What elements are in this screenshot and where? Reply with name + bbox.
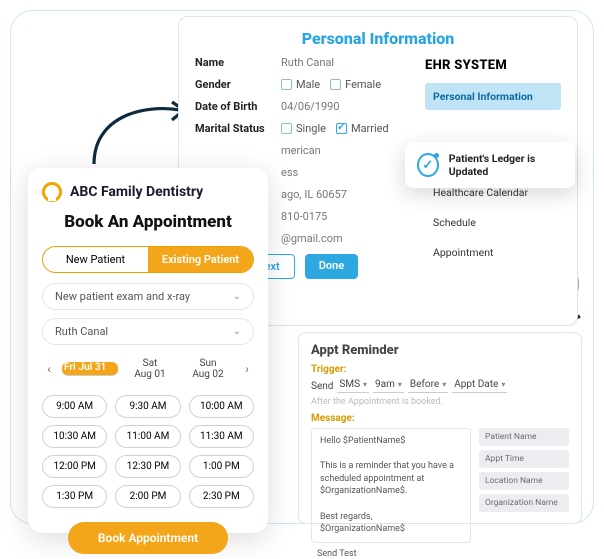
chevron-down-icon: ▾ — [398, 380, 402, 389]
label-gender: Gender — [195, 78, 281, 91]
value-extra: ess — [281, 166, 298, 179]
time-slot[interactable]: 9:00 AM — [42, 395, 107, 418]
service-dropdown[interactable]: New patient exam and x-ray⌄ — [42, 283, 254, 310]
rel-select[interactable]: Before▾ — [408, 379, 448, 393]
chevron-down-icon: ⌄ — [233, 326, 241, 337]
sidebar-item-schedule[interactable]: Schedule — [425, 209, 561, 236]
ehr-heading: Personal Information — [195, 29, 561, 48]
time-slot[interactable]: 12:00 PM — [42, 455, 107, 478]
chevron-down-icon: ▾ — [501, 380, 505, 389]
value-dob: 04/06/1990 — [281, 100, 340, 113]
value-extra: ago, IL 60657 — [281, 188, 347, 201]
token-chip[interactable]: Organization Name — [479, 494, 569, 512]
time-slot[interactable]: 10:00 AM — [189, 395, 254, 418]
label-dob: Date of Birth — [195, 100, 281, 113]
time-slot[interactable]: 11:30 AM — [189, 425, 254, 448]
value-extra: 810-0175 — [281, 210, 327, 223]
value-name: Ruth Canal — [281, 56, 334, 69]
value-extra: merican — [281, 144, 321, 157]
time-slot[interactable]: 11:00 AM — [115, 425, 180, 448]
time-slot[interactable]: 9:30 AM — [115, 395, 180, 418]
trigger-heading: Trigger: — [311, 364, 569, 375]
time-slot[interactable]: 10:30 AM — [42, 425, 107, 448]
token-chip[interactable]: Appt Time — [479, 450, 569, 468]
time-slot[interactable]: 12:30 PM — [115, 455, 180, 478]
date-prev-button[interactable]: ‹ — [42, 362, 56, 376]
checkbox-single[interactable]: Single — [281, 122, 326, 135]
token-chip[interactable]: Patient Name — [479, 428, 569, 446]
checkbox-male[interactable]: Male — [281, 78, 320, 91]
reminder-card: Appt Reminder Trigger: Send SMS▾ 9am▾ Be… — [298, 332, 582, 524]
date-option[interactable]: SatAug 01 — [124, 353, 176, 385]
chevron-down-icon: ▾ — [363, 380, 367, 389]
message-body[interactable]: Hello $PatientName$ This is a reminder t… — [311, 428, 471, 543]
time-slot[interactable]: 2:00 PM — [115, 485, 180, 508]
method-select[interactable]: SMS▾ — [337, 379, 369, 393]
label-name: Name — [195, 56, 281, 69]
ehr-side-title: EHR SYSTEM — [425, 58, 561, 73]
time-slot[interactable]: 2:30 PM — [189, 485, 254, 508]
checkbox-married[interactable]: Married — [336, 122, 389, 135]
seg-new-patient[interactable]: New Patient — [43, 247, 148, 272]
sidebar-item-appointment[interactable]: Appointment — [425, 239, 561, 266]
patient-type-toggle[interactable]: New Patient Existing Patient — [42, 246, 254, 273]
date-option[interactable]: SunAug 02 — [182, 353, 234, 385]
time-slot[interactable]: 1:00 PM — [189, 455, 254, 478]
trigger-send-label: Send — [311, 381, 333, 392]
seg-existing-patient[interactable]: Existing Patient — [148, 247, 253, 272]
book-appointment-button[interactable]: Book Appointment — [68, 522, 228, 554]
check-circle-icon: ✓ — [417, 153, 439, 177]
send-test-button[interactable]: Send Test — [311, 549, 569, 559]
patient-dropdown[interactable]: Ruth Canal⌄ — [42, 318, 254, 345]
checkbox-female[interactable]: Female — [330, 78, 381, 91]
done-button[interactable]: Done — [305, 254, 358, 279]
date-next-button[interactable]: › — [240, 362, 254, 376]
time-slot[interactable]: 1:30 PM — [42, 485, 107, 508]
toast-text: Patient's Ledger is Updated — [449, 152, 563, 178]
value-extra: @gmail.com — [281, 232, 343, 245]
brand-logo-icon — [42, 182, 62, 202]
sidebar-item-personal[interactable]: Personal Information — [425, 83, 561, 110]
brand-name: ABC Family Dentistry — [70, 184, 203, 200]
label-marital: Marital Status — [195, 122, 281, 135]
chevron-down-icon: ⌄ — [233, 291, 241, 302]
chevron-down-icon: ▾ — [442, 380, 446, 389]
ref-select[interactable]: Appt Date▾ — [452, 379, 507, 393]
time-select[interactable]: 9am▾ — [373, 379, 404, 393]
toast-ledger-updated: ✓ Patient's Ledger is Updated — [405, 142, 575, 188]
booking-card: ABC Family Dentistry Book An Appointment… — [28, 168, 268, 533]
message-heading: Message: — [311, 413, 569, 424]
booking-title: Book An Appointment — [42, 212, 254, 232]
time-slots: 9:00 AM 9:30 AM 10:00 AM 10:30 AM 11:00 … — [42, 395, 254, 508]
date-option[interactable]: FriJul 31 — [62, 362, 118, 376]
token-chip[interactable]: Location Name — [479, 472, 569, 490]
reminder-title: Appt Reminder — [311, 343, 569, 358]
trigger-note: After the Appointment is booked. — [311, 397, 569, 407]
